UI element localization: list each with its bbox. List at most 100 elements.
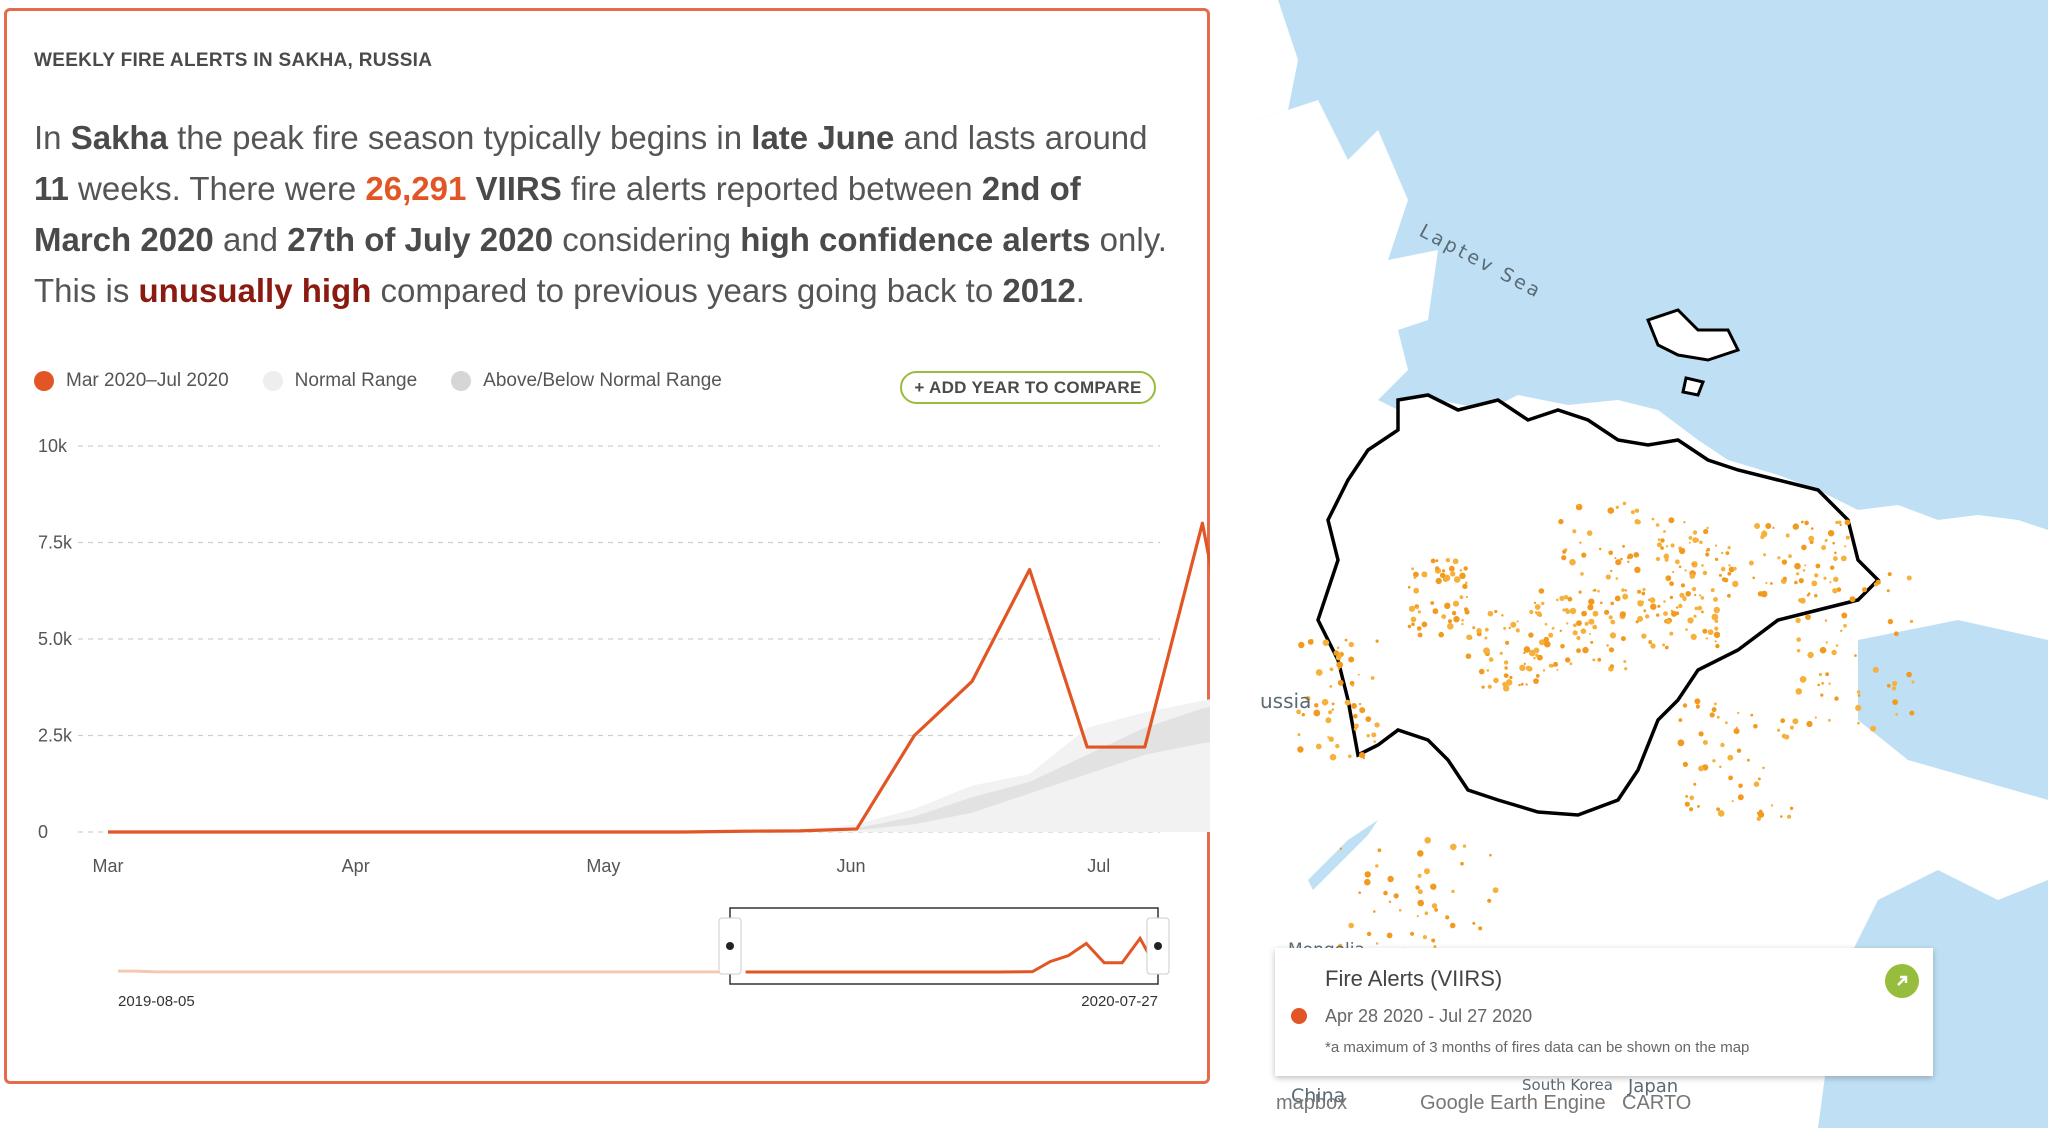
fire-dot: [1825, 672, 1829, 677]
fire-dot: [1714, 702, 1717, 706]
attribution-carto[interactable]: CARTO: [1622, 1092, 1691, 1115]
fire-dot: [1351, 703, 1357, 709]
fire-dot: [1410, 931, 1415, 936]
fire-dot: [1694, 593, 1697, 597]
fire-dot: [1801, 544, 1807, 551]
fire-dot: [1637, 600, 1644, 607]
fire-dot: [1655, 556, 1661, 562]
fire-dot: [1430, 883, 1437, 890]
fire-dot: [1694, 698, 1701, 705]
fire-dot: [1529, 609, 1534, 615]
fire-dot: [1535, 674, 1540, 678]
fire-dot: [1688, 541, 1691, 544]
fire-dot: [1872, 666, 1879, 673]
fire-dot: [1421, 571, 1428, 578]
fire-dot: [1444, 602, 1451, 609]
brush-line-faded: [118, 969, 728, 974]
fire-dot: [1348, 922, 1354, 929]
fire-dot: [1633, 552, 1640, 558]
fire-dot: [1462, 583, 1468, 590]
fire-dot: [1462, 844, 1467, 848]
fire-dot: [1627, 553, 1634, 559]
fire-dot: [1567, 596, 1573, 602]
fire-dot: [1481, 685, 1485, 689]
fire-dot: [1484, 627, 1489, 632]
fire-dot: [1727, 546, 1731, 550]
fire-dot: [1702, 570, 1708, 576]
fire-dot: [1650, 643, 1656, 649]
fire-dot: [1358, 891, 1361, 894]
fire-dot: [1325, 717, 1332, 724]
fire-dot: [1844, 519, 1851, 526]
fire-dot: [1780, 815, 1783, 818]
fire-dot: [1620, 557, 1623, 561]
attribution-google-earth-engine[interactable]: Google Earth Engine: [1420, 1092, 1606, 1115]
fire-dot: [1805, 614, 1811, 620]
fire-dot: [1459, 595, 1464, 600]
fire-dot: [1366, 734, 1370, 738]
fire-dot: [1690, 633, 1697, 641]
fire-dot: [1387, 875, 1394, 883]
fire-dot: [1685, 591, 1691, 597]
y-tick-label: 2.5k: [38, 726, 73, 746]
fire-dot: [1785, 533, 1790, 538]
fire-dot: [1301, 713, 1305, 717]
fire-dot: [1452, 600, 1460, 607]
fire-dot: [1678, 547, 1686, 555]
fire-dot: [1685, 795, 1688, 798]
fire-dot: [1375, 864, 1379, 868]
fire-dot: [1459, 569, 1463, 572]
fire-dot: [1678, 603, 1683, 609]
fire-dot: [1573, 623, 1577, 628]
fire-dot: [1459, 572, 1466, 579]
fire-dot: [1714, 626, 1719, 631]
fire-dot: [1698, 765, 1704, 772]
fire-dot: [1609, 632, 1617, 639]
fire-dot: [1630, 510, 1635, 515]
fire-dot: [1523, 662, 1526, 666]
fire-dot: [1698, 731, 1704, 737]
fire-dot: [1763, 553, 1767, 557]
fire-dot: [1827, 530, 1835, 537]
fire-dot: [1590, 640, 1594, 644]
fire-dot: [1665, 619, 1671, 625]
fire-dot: [1576, 635, 1581, 641]
fire-dot: [1792, 523, 1799, 530]
fire-dot: [1695, 704, 1700, 709]
fire-dot: [1331, 708, 1334, 711]
fire-dot: [1486, 669, 1490, 672]
land-mass: [1258, 0, 1298, 120]
fire-dot: [1720, 742, 1725, 748]
fire-dot: [1682, 703, 1688, 708]
fire-dot: [1415, 885, 1420, 890]
fire-dot: [1795, 688, 1803, 695]
fire-dot: [1461, 619, 1464, 622]
fire-dot: [1494, 609, 1498, 614]
fire-dot: [1472, 921, 1476, 925]
fire-dot: [1892, 686, 1897, 691]
fire-dot: [1353, 713, 1358, 719]
fire-dot: [1808, 535, 1815, 542]
fire-dot: [1417, 873, 1422, 878]
fire-dot: [1685, 628, 1688, 631]
fire-dot: [1411, 567, 1414, 571]
fire-dot: [1844, 545, 1847, 548]
fire-dot: [1515, 628, 1520, 633]
fire-dot: [1569, 558, 1576, 566]
fire-dot: [1699, 540, 1703, 545]
fire-dot: [1297, 746, 1304, 753]
fire-dot: [1780, 718, 1786, 724]
fire-dot: [1488, 657, 1494, 662]
fire-dot: [1586, 530, 1593, 536]
external-link-icon[interactable]: [1885, 964, 1919, 998]
fire-dot: [1581, 610, 1587, 617]
fire-dot: [1622, 544, 1625, 548]
fire-dot: [1663, 611, 1668, 616]
attribution-mapbox[interactable]: mapbox: [1276, 1092, 1347, 1115]
fire-dot: [1770, 582, 1773, 585]
fire-dot: [1665, 545, 1669, 548]
fire-dot: [1503, 673, 1509, 678]
fire-dot: [1845, 535, 1850, 540]
fire-dot: [1870, 725, 1877, 732]
fire-dot: [1798, 578, 1804, 584]
